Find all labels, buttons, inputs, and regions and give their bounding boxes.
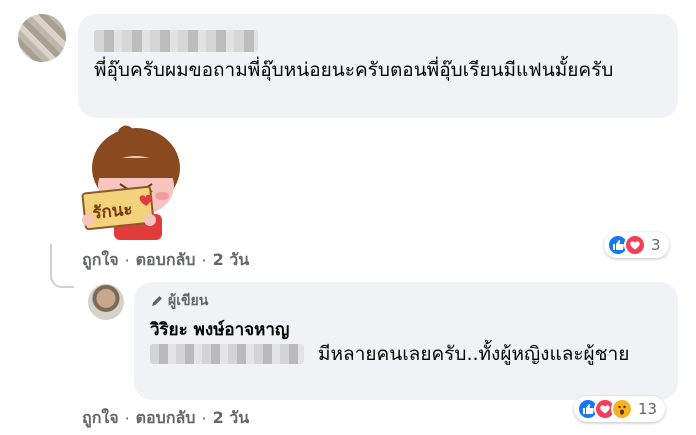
timestamp-link[interactable]: 2 วัน [213, 248, 250, 273]
reply-text: มีหลายคนเลยครับ..ทั้งผู้หญิงและผู้ชาย [318, 343, 630, 365]
comment-text: พี่อุ๊บครับผมขอถามพี่อุ๊บหน่อยนะครับตอนพ… [94, 59, 614, 81]
reply-button[interactable]: ตอบกลับ [136, 248, 196, 273]
commenter-name-blurred[interactable] [94, 30, 258, 52]
separator: · [201, 251, 207, 270]
separator: · [124, 409, 130, 428]
author-badge: ผู้เขียน [150, 290, 208, 312]
timestamp-link[interactable]: 2 วัน [213, 406, 250, 431]
pencil-icon [152, 296, 162, 306]
wow-icon [611, 398, 633, 420]
sticker-text: รักนะ [91, 200, 133, 224]
reaction-count: 3 [651, 236, 661, 254]
separator: · [201, 409, 207, 428]
reply-reactions[interactable]: 13 [574, 396, 666, 422]
like-button[interactable]: ถูกใจ [82, 406, 119, 431]
reply-bubble: ผู้เขียน วิริยะ พงษ์อาจหาญ มีหลายคนเลยคร… [134, 282, 678, 400]
comment-actions: ถูกใจ · ตอบกลับ · 2 วัน [82, 248, 249, 273]
commenter-avatar-blurred[interactable] [18, 14, 66, 62]
love-sticker[interactable]: รักนะ [80, 124, 184, 242]
reply-thread-line [50, 244, 74, 288]
author-badge-label: ผู้เขียน [168, 293, 209, 309]
like-button[interactable]: ถูกใจ [82, 248, 119, 273]
reply-button[interactable]: ตอบกลับ [136, 406, 196, 431]
reply-actions: ถูกใจ · ตอบกลับ · 2 วัน [82, 406, 249, 431]
separator: · [124, 251, 130, 270]
comment-reactions[interactable]: 3 [604, 232, 669, 258]
reaction-count: 13 [638, 400, 658, 418]
love-icon [624, 234, 646, 256]
comment-bubble: พี่อุ๊บครับผมขอถามพี่อุ๊บหน่อยนะครับตอนพ… [78, 14, 678, 118]
author-avatar[interactable] [88, 284, 124, 320]
